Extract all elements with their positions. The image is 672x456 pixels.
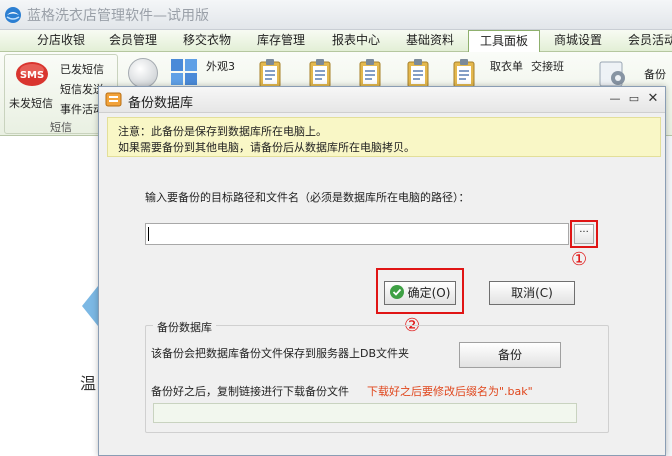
tab-reports[interactable]: 报表中心 (320, 30, 392, 52)
close-button[interactable]: ✕ (645, 91, 661, 107)
notice-line-1: 注意：此备份是保存到数据库所在电脑上。 (118, 125, 327, 138)
sms-icon-text: SMS (20, 70, 44, 81)
server-backup-description: 该备份会把数据库备份文件保存到服务器上DB文件夹 (151, 347, 410, 360)
gear-icon[interactable] (598, 58, 628, 88)
appearance-button[interactable]: 外观3 (206, 58, 235, 74)
shift-handover-button[interactable]: 交接班 (531, 58, 564, 74)
download-description: 备份好之后，复制链接进行下载备份文件 (151, 385, 349, 398)
browse-button[interactable]: ··· (574, 224, 594, 244)
backup-group-title: 备份数据库 (153, 319, 216, 335)
app-title: 蓝格洗衣店管理软件—试用版 (27, 8, 209, 24)
clipboard-icon[interactable] (308, 58, 332, 88)
dialog-title: 备份数据库 (128, 96, 194, 111)
tab-basic-data[interactable]: 基础资料 (394, 30, 466, 52)
sent-sms-button[interactable]: 已发短信 (60, 61, 104, 77)
unsent-sms-button[interactable]: 未发短信 (9, 95, 53, 111)
app-titlebar: 蓝格洗衣店管理软件—试用版 (0, 0, 672, 30)
windows-grid-icon[interactable] (170, 58, 198, 86)
tab-mall-settings[interactable]: 商城设置 (543, 30, 613, 52)
minimize-button[interactable]: — (607, 91, 623, 107)
tab-inventory[interactable]: 库存管理 (246, 30, 316, 52)
notice-banner: 注意：此备份是保存到数据库所在电脑上。 如果需要备份到其他电脑，请备份后从数据库… (107, 117, 661, 157)
round-button-icon[interactable] (128, 58, 158, 88)
app-logo-icon (5, 7, 21, 23)
database-icon (105, 92, 122, 107)
maximize-button[interactable]: ▭ (626, 91, 642, 107)
collapse-arrow-icon[interactable] (80, 286, 100, 326)
clipboard-icon[interactable] (258, 58, 282, 88)
download-link-field[interactable] (153, 403, 577, 423)
backup-ribbon-button[interactable]: 备份 (644, 66, 666, 82)
right-strip (666, 136, 672, 456)
path-label: 输入要备份的目标路径和文件名（必须是数据库所在电脑的路径）： (145, 191, 470, 204)
step-marker-1: ① (571, 249, 588, 270)
cancel-button[interactable]: 取消(C) (489, 281, 575, 305)
ok-button[interactable]: 确定(O) (384, 281, 456, 305)
tab-branch-cashier[interactable]: 分店收银 (26, 30, 96, 52)
menu-bar: 分店收银 会员管理 移交衣物 库存管理 报表中心 基础资料 工具面板 商城设置 … (0, 30, 672, 53)
left-panel-text: 温 (80, 374, 97, 393)
clipboard-icon[interactable] (358, 58, 382, 88)
tab-tools-panel[interactable]: 工具面板 (468, 30, 540, 53)
download-note: 下载好之后要修改后缀名为".bak" (367, 385, 533, 398)
dialog-titlebar[interactable]: 备份数据库 — ▭ ✕ (99, 87, 665, 113)
tab-member-activities[interactable]: 会员活动 (616, 30, 672, 52)
ok-button-label: 确定(O) (407, 286, 451, 300)
clipboard-icon[interactable] (406, 58, 430, 88)
backup-path-input[interactable] (145, 223, 569, 245)
sms-icon[interactable]: SMS (15, 61, 49, 89)
check-icon (389, 285, 404, 299)
take-order-button[interactable]: 取衣单 (490, 58, 523, 74)
server-backup-button[interactable]: 备份 (459, 342, 561, 368)
tab-transfer-clothes[interactable]: 移交衣物 (170, 30, 244, 52)
clipboard-icon[interactable] (452, 58, 476, 88)
text-caret (148, 227, 149, 241)
notice-line-2: 如果需要备份到其他电脑，请备份后从数据库所在电脑拷贝。 (118, 141, 415, 154)
tab-member-management[interactable]: 会员管理 (98, 30, 168, 52)
backup-database-dialog: 备份数据库 — ▭ ✕ 注意：此备份是保存到数据库所在电脑上。 如果需要备份到其… (98, 86, 666, 456)
